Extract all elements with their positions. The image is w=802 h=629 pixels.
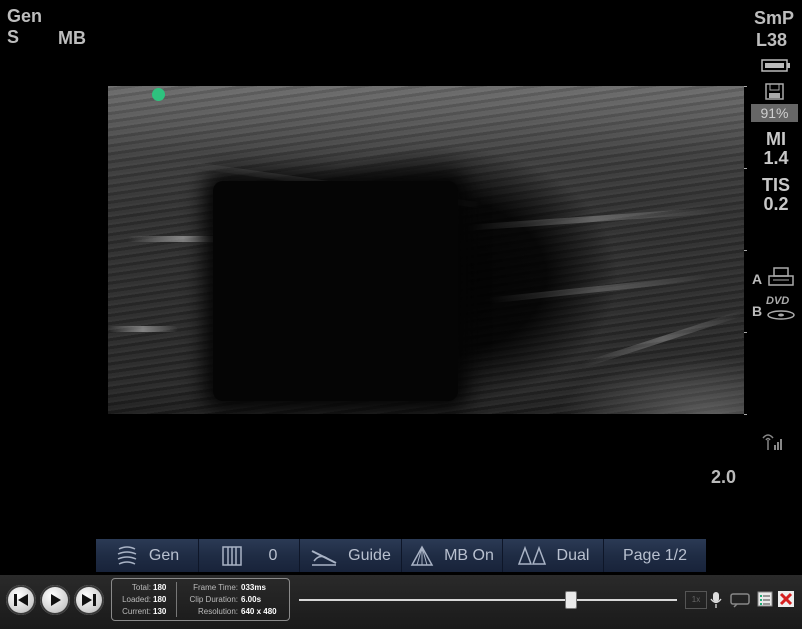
guide-button[interactable]: Guide [300,539,402,572]
mi-value: 1.4 [763,148,789,168]
tis-label: TIS [761,175,790,195]
dual-icon [517,545,546,565]
clip-scrubber-track[interactable] [299,599,677,601]
mb-button-label: MB On [444,546,494,564]
dual-button[interactable]: Dual [503,539,604,572]
close-icon[interactable] [778,591,794,612]
frame-time-value: 033ms [241,583,266,592]
save-icon[interactable] [765,83,785,106]
clip-duration-label: Clip Duration: [189,595,238,604]
function-toolbar: Gen 0 Guide MB On Dual Page 1/2 [96,539,706,572]
loaded-value: 180 [153,595,167,604]
resolution-value: 640 x 480 [241,607,277,616]
gen-probe-icon [117,545,137,565]
storage-percent: 91% [751,104,798,122]
skip-back-button[interactable] [6,585,36,615]
list-icon[interactable] [757,591,773,612]
total-value: 180 [153,583,167,592]
loaded-label: Loaded: [122,595,151,604]
skip-forward-button[interactable] [74,585,104,615]
play-button[interactable] [40,585,70,615]
guide-icon [311,549,337,566]
frame-time-label: Frame Time: [193,583,238,592]
play-icon [51,594,61,606]
current-value: 130 [153,607,167,616]
mode-label: MB [58,28,86,48]
columns-button[interactable]: 0 [199,539,300,572]
guide-button-label: Guide [348,546,391,564]
transducer-label: L38 [756,30,788,50]
dvd-icon[interactable]: DVD [766,296,798,325]
preset-line1: Gen [7,6,43,26]
dvd-label: DVD [766,295,790,307]
columns-value: 0 [268,546,278,564]
current-label: Current: [122,607,151,616]
exam-label: SmP [754,8,795,28]
depth-value: 2.0 [711,467,737,487]
page-button[interactable]: Page 1/2 [604,539,706,572]
probe-orientation-marker [152,88,165,101]
preset-line2: S [7,27,20,47]
columns-icon [221,545,242,566]
skip-forward-icon [82,594,96,606]
ultrasound-image[interactable] [108,86,744,414]
tis-value: 0.2 [763,194,789,214]
mb-button[interactable]: MB On [402,539,503,572]
print-a-label: A [752,271,763,287]
skip-back-icon [14,594,28,606]
clip-duration-value: 6.00s [241,595,262,604]
printer-icon[interactable] [767,266,795,293]
clip-info-panel: Total: 180 Loaded: 180 Current: 130 Fram… [111,578,290,621]
gen-button-label: Gen [148,546,180,564]
loop-icon[interactable] [729,591,751,614]
mb-icon [410,544,434,566]
clip-scrubber-thumb[interactable] [565,591,578,609]
wireless-icon [759,430,787,457]
dual-button-label: Dual [556,546,590,564]
battery-icon [761,59,791,77]
resolution-label: Resolution: [197,607,238,616]
microphone-icon[interactable] [710,591,722,614]
print-b-label: B [752,303,763,319]
speed-button[interactable]: 1x [685,591,707,609]
gen-button[interactable]: Gen [96,539,199,572]
total-label: Total: [131,583,151,592]
mi-label: MI [766,129,786,149]
page-button-label: Page 1/2 [622,546,688,564]
